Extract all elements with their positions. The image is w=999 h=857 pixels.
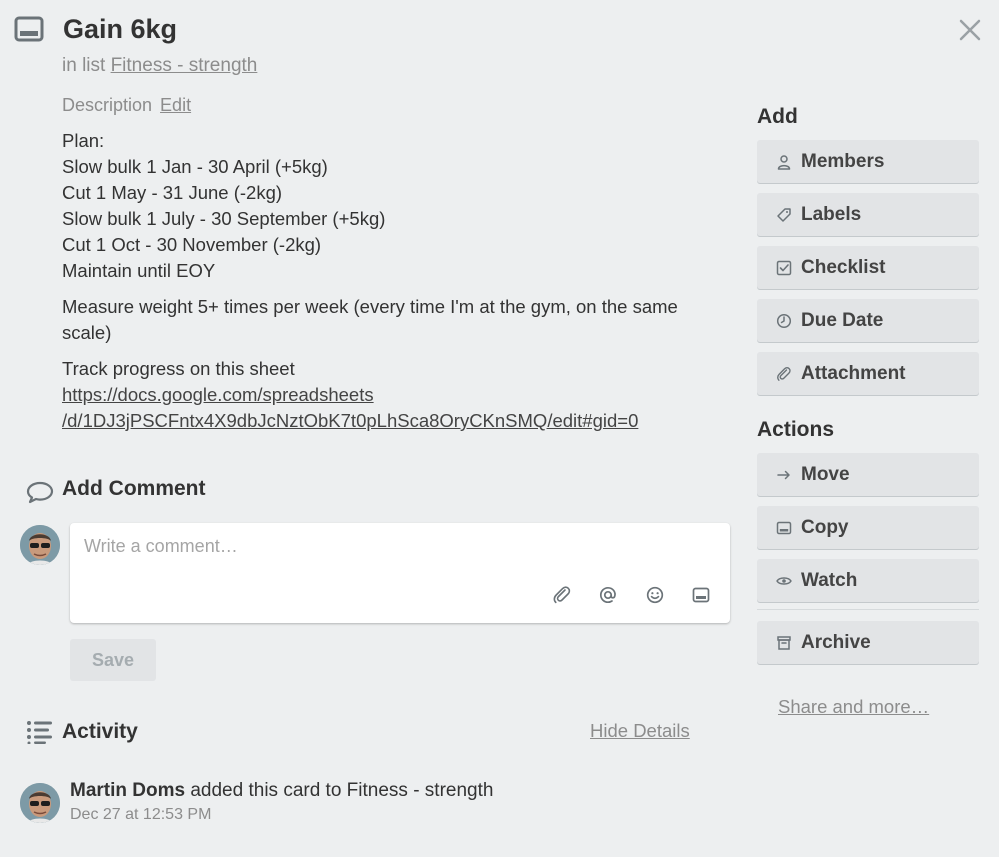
description-line: Slow bulk 1 Jan - 30 April (+5kg) (62, 156, 328, 177)
description-header: Description Edit (62, 95, 191, 116)
description-measure-text: Measure weight 5+ times per week (every … (62, 296, 678, 343)
attachment-button[interactable]: Attachment (757, 352, 979, 395)
activity-user[interactable]: Martin Doms (70, 780, 185, 801)
activity-entry: Martin Doms added this card to Fitness -… (70, 780, 493, 802)
add-comment-title: Add Comment (62, 477, 206, 500)
in-list-prefix: in list (62, 55, 106, 76)
watch-label: Watch (801, 569, 858, 591)
save-button[interactable]: Save (70, 639, 156, 681)
card-icon (14, 16, 44, 42)
description-line: Cut 1 May - 31 June (-2kg) (62, 182, 283, 203)
activity-timestamp[interactable]: Dec 27 at 12:53 PM (70, 806, 211, 824)
description-label: Description (62, 95, 153, 115)
watch-button[interactable]: Watch (757, 559, 979, 602)
card-icon (776, 520, 792, 536)
description-body: Plan: Slow bulk 1 Jan - 30 April (+5kg) … (62, 128, 712, 434)
archive-label: Archive (801, 631, 871, 653)
due-date-label: Due Date (801, 309, 884, 331)
description-line: Maintain until EOY (62, 260, 216, 281)
description-line: Slow bulk 1 July - 30 September (+5kg) (62, 208, 386, 229)
archive-icon (776, 635, 792, 651)
avatar[interactable] (20, 783, 60, 823)
mention-icon[interactable] (598, 585, 618, 605)
comment-box (70, 523, 730, 623)
activity-title: Activity (62, 720, 138, 743)
spreadsheet-link-part2[interactable]: /d/1DJ3jPSCFntx4X9dbJcNztObK7t0pLhSca8Or… (62, 408, 712, 434)
archive-button[interactable]: Archive (757, 621, 979, 664)
avatar[interactable] (20, 525, 60, 565)
activity-action: added this card to Fitness - strength (190, 780, 494, 801)
members-label: Members (801, 150, 885, 172)
members-button[interactable]: Members (757, 140, 979, 183)
move-label: Move (801, 463, 850, 485)
description-track-text: Track progress on this sheet (62, 358, 295, 379)
arrow-right-icon (776, 467, 792, 483)
tag-icon (776, 207, 792, 223)
in-list-breadcrumb: in list Fitness - strength (62, 55, 257, 77)
description-line: Plan: (62, 130, 105, 151)
description-line: Cut 1 Oct - 30 November (-2kg) (62, 234, 322, 255)
clock-icon (776, 313, 792, 329)
paperclip-icon (776, 366, 792, 382)
card-icon[interactable] (691, 585, 711, 605)
labels-button[interactable]: Labels (757, 193, 979, 236)
due-date-button[interactable]: Due Date (757, 299, 979, 342)
person-icon (776, 154, 792, 170)
checklist-label: Checklist (801, 256, 886, 278)
spreadsheet-link-part1[interactable]: https://docs.google.com/spreadsheets (62, 382, 712, 408)
card-title[interactable]: Gain 6kg (63, 14, 177, 45)
eye-icon (776, 573, 792, 589)
checklist-button[interactable]: Checklist (757, 246, 979, 289)
emoji-icon[interactable] (645, 585, 665, 605)
labels-label: Labels (801, 203, 862, 225)
copy-button[interactable]: Copy (757, 506, 979, 549)
attachment-icon[interactable] (552, 585, 572, 605)
share-and-more-link[interactable]: Share and more… (778, 696, 929, 718)
activity-list-icon (26, 720, 54, 744)
move-button[interactable]: Move (757, 453, 979, 496)
hide-details-link[interactable]: Hide Details (590, 720, 690, 742)
attachment-label: Attachment (801, 362, 906, 384)
sidebar-divider (757, 609, 979, 610)
close-icon[interactable] (958, 18, 982, 42)
list-name-link[interactable]: Fitness - strength (111, 55, 258, 76)
sidebar-add-title: Add (757, 105, 798, 128)
checkbox-icon (776, 260, 792, 276)
comment-input[interactable] (70, 523, 730, 585)
copy-label: Copy (801, 516, 849, 538)
description-edit-link[interactable]: Edit (160, 95, 191, 115)
speech-bubble-icon (26, 480, 54, 504)
sidebar-actions-title: Actions (757, 418, 835, 441)
